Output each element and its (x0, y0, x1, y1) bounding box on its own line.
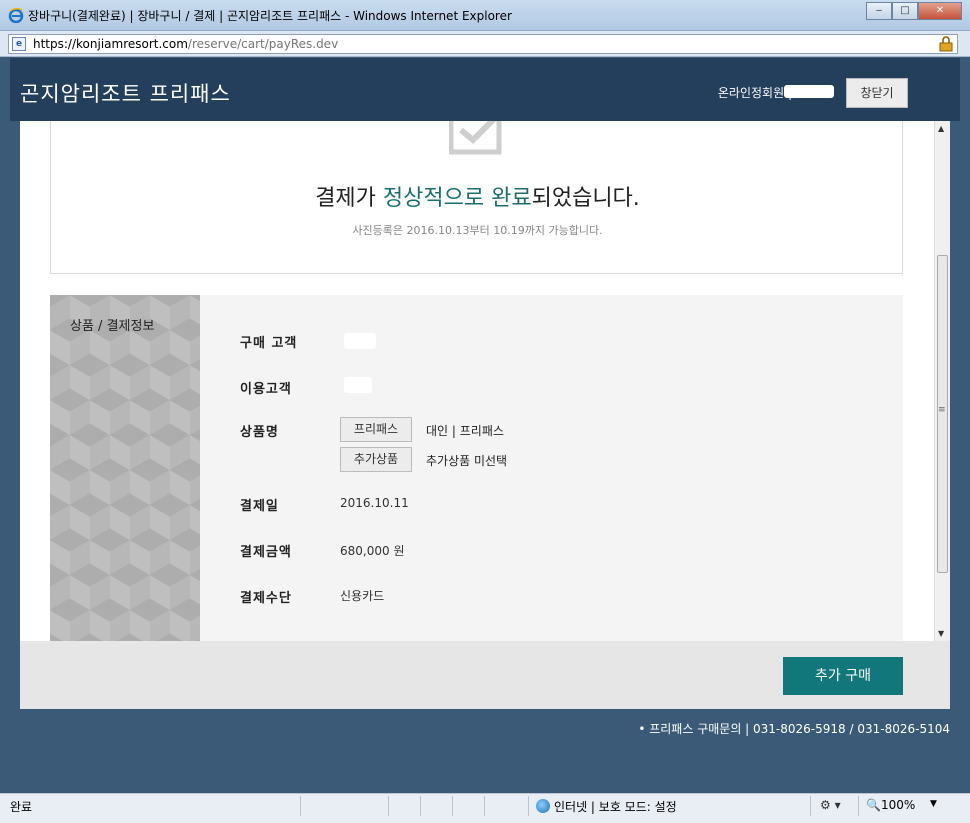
window-titlebar: 장바구니(결제완료) | 장바구니 / 결제 | 곤지암리조트 프리패스 - W… (0, 0, 970, 31)
user-label: 이용고객 (240, 382, 292, 397)
status-divider (858, 796, 859, 816)
amount-label: 결제금액 (240, 545, 292, 560)
status-divider (452, 796, 453, 816)
address-bar: e https://konjiamresort.com/reserve/cart… (0, 31, 970, 57)
method-label: 결제수단 (240, 591, 292, 606)
zoom-text: 100% (880, 798, 916, 812)
scroll-grip-icon: ≡ (938, 405, 946, 415)
contact-info: • 프리패스 구매문의 | 031-8026-5918 / 031-8026-5… (638, 722, 950, 736)
status-divider (528, 796, 529, 816)
msg-part1: 결제가 (315, 186, 383, 211)
ie-icon (8, 7, 24, 23)
member-name-redacted (784, 85, 834, 98)
close-button[interactable]: ✕ (918, 2, 962, 20)
lock-icon[interactable] (939, 36, 953, 52)
buy-more-button[interactable]: 추가 구매 (783, 657, 903, 695)
scroll-down-icon[interactable]: ▼ (938, 629, 944, 638)
section-label: 상품 / 결제정보 (70, 319, 155, 334)
msg-highlight-1: 정상적으로 (382, 186, 485, 211)
vertical-scrollbar[interactable]: ▲ ≡ ▼ (934, 121, 950, 641)
globe-icon (536, 799, 550, 813)
site-header: 곤지암리조트 프리패스 온라인정회원 | 창닫기 (10, 58, 960, 121)
site-title: 곤지암리조트 프리패스 (20, 82, 231, 106)
url-domain: https://konjiamresort.com (33, 37, 188, 51)
freepass-tag-button[interactable]: 프리패스 (340, 417, 412, 442)
freepass-desc: 대인 | 프리패스 (426, 424, 504, 438)
status-bar: 완료 인터넷 | 보호 모드: 설정 ⚙ ▾ 🔍100% ▼ (0, 793, 970, 823)
extra-product-desc: 추가상품 미선택 (426, 454, 508, 468)
window-controls: ‒ □ ✕ (866, 2, 962, 20)
completion-box: 결제가 정상적으로 완료되었습니다. 사진등록은 2016.10.13부터 10… (50, 121, 903, 274)
amount-value: 680,000 원 (340, 544, 405, 558)
zoom-level[interactable]: 🔍100% (866, 798, 915, 812)
action-bar: 추가 구매 (20, 641, 950, 709)
tools-icon[interactable]: ⚙ ▾ (820, 798, 841, 812)
member-status: 온라인정회원 | (717, 86, 792, 100)
status-divider (300, 796, 301, 816)
minimize-button[interactable]: ‒ (866, 2, 892, 20)
pay-date-label: 결제일 (240, 499, 279, 514)
status-divider (484, 796, 485, 816)
window-title: 장바구니(결제완료) | 장바구니 / 결제 | 곤지암리조트 프리패스 - W… (28, 9, 512, 23)
completion-message: 결제가 정상적으로 완료되었습니다. (51, 180, 904, 212)
buyer-label: 구매 고객 (240, 336, 298, 351)
extra-product-tag-button[interactable]: 추가상품 (340, 447, 412, 472)
status-divider (810, 796, 811, 816)
info-side-panel: 상품 / 결제정보 (50, 295, 200, 641)
zone-text: 인터넷 | 보호 모드: 설정 (554, 800, 677, 814)
url-field[interactable]: e https://konjiamresort.com/reserve/cart… (8, 34, 958, 54)
zoom-dropdown-icon[interactable]: ▼ (930, 799, 937, 809)
security-zone[interactable]: 인터넷 | 보호 모드: 설정 (536, 798, 677, 815)
close-window-button[interactable]: 창닫기 (846, 78, 908, 108)
method-value: 신용카드 (340, 589, 385, 603)
status-text: 완료 (10, 800, 33, 814)
status-divider (420, 796, 421, 816)
checkbox-check-icon (449, 121, 502, 155)
msg-highlight-2: 완료 (491, 186, 532, 211)
url-path: /reserve/cart/payRes.dev (187, 37, 339, 51)
photo-notice: 사진등록은 2016.10.13부터 10.19까지 가능합니다. (352, 224, 603, 237)
maximize-button[interactable]: □ (892, 2, 918, 20)
user-name-redacted (344, 377, 372, 393)
msg-part2: 되었습니다. (531, 186, 640, 211)
pay-date-value: 2016.10.11 (340, 496, 409, 510)
scroll-up-icon[interactable]: ▲ (938, 124, 944, 133)
buyer-name-redacted (344, 333, 376, 349)
page-icon: e (12, 37, 26, 51)
url-text: https://konjiamresort.com/reserve/cart/p… (33, 37, 338, 51)
main-content: 결제가 정상적으로 완료되었습니다. 사진등록은 2016.10.13부터 10… (20, 121, 934, 641)
payment-info-panel: 상품 / 결제정보 구매 고객 이용고객 상품명 프리패스 대인 | 프리패스 … (50, 295, 903, 641)
product-label: 상품명 (240, 425, 279, 440)
status-divider (388, 796, 389, 816)
